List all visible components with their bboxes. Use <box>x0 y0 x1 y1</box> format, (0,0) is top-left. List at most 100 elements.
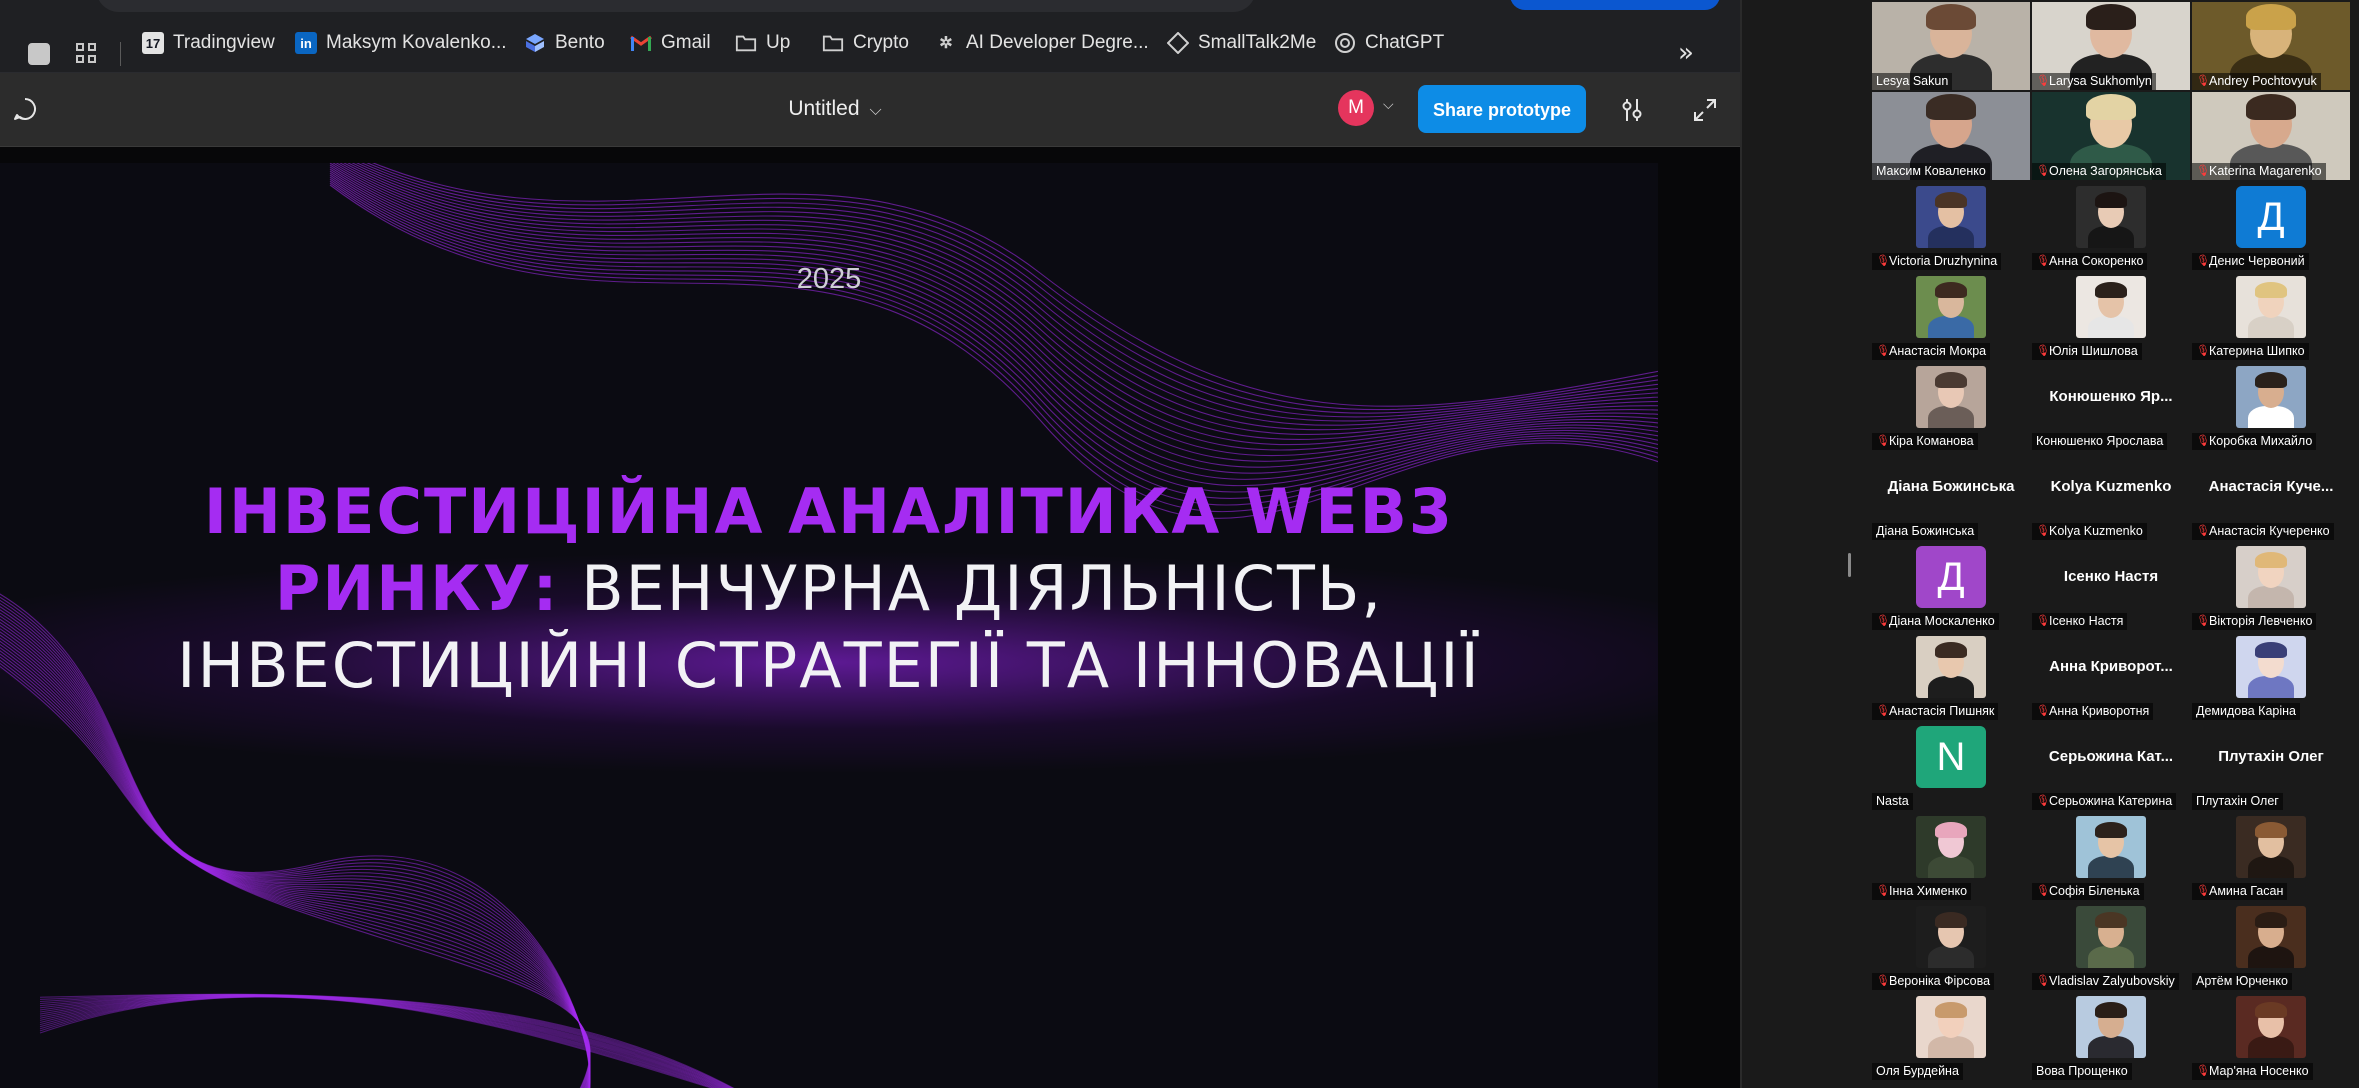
participant-tile[interactable]: Анна Криворот... 🎙︎ Анна Криворотня <box>2032 632 2190 720</box>
apps-grid-icon[interactable] <box>76 43 98 65</box>
muted-mic-icon: 🎙︎ <box>2036 615 2050 627</box>
avatar[interactable]: M <box>1338 90 1374 126</box>
muted-mic-icon: 🎙︎ <box>2196 345 2210 357</box>
participant-tile[interactable]: 🎙︎ Andrey Pochtovyuk <box>2192 2 2350 90</box>
participant-tile[interactable]: Конюшенко Яр... Конюшенко Ярослава <box>2032 362 2190 450</box>
participant-name: Максим Коваленко <box>1876 164 1986 178</box>
participant-tile[interactable]: 🎙︎ Анастасія Мокра <box>1872 272 2030 360</box>
participant-tile[interactable]: Серьожина Кат... 🎙︎ Серьожина Катерина <box>2032 722 2190 810</box>
participant-name: Амина Гасан <box>2209 884 2284 898</box>
participant-name-label: 🎙︎ Анна Сокоренко <box>2032 253 2148 270</box>
participant-avatar <box>2236 816 2306 878</box>
participant-tile[interactable]: 🎙︎ Vladislav Zalyubovskiy <box>2032 902 2190 990</box>
participant-tile[interactable]: 🎙︎ Інна Хименко <box>1872 812 2030 900</box>
slide-title: ІНВЕСТИЦІЙНА АНАЛІТИКА WEB3 РИНКУ: ВЕНЧУ… <box>80 473 1578 704</box>
bookmark-folder-crypto[interactable]: Crypto <box>822 28 909 58</box>
linkedin-icon: in <box>295 32 317 54</box>
participant-tile[interactable]: Демидова Каріна <box>2192 632 2350 720</box>
bookmark-linkedin[interactable]: in Maksym Kovalenko... <box>295 28 507 58</box>
participant-name-label: Демидова Каріна <box>2192 703 2300 720</box>
muted-mic-icon: 🎙︎ <box>2196 165 2210 177</box>
bookmark-tradingview[interactable]: 17 Tradingview <box>142 28 275 58</box>
bookmark-chatgpt[interactable]: ChatGPT <box>1334 28 1444 58</box>
participant-avatar <box>2236 636 2306 698</box>
participant-name: Vladislav Zalyubovskiy <box>2049 974 2175 988</box>
participant-tile[interactable]: 🎙︎ Софія Біленька <box>2032 812 2190 900</box>
participant-name: Плутахін Олег <box>2196 794 2279 808</box>
participant-tile[interactable]: Д 🎙︎ Діана Москаленко <box>1872 542 2030 630</box>
more-bookmarks-button[interactable]: » <box>1678 38 1694 68</box>
bookmark-label: Crypto <box>853 32 909 53</box>
participant-tile[interactable]: Д 🎙︎ Денис Червоний <box>2192 182 2350 270</box>
participant-avatar <box>2236 546 2306 608</box>
prototype-canvas[interactable]: 2025 ІНВЕСТИЦІЙНА АНАЛІТИКА WEB3 РИНКУ: … <box>0 147 1740 1088</box>
participant-tile[interactable]: 🎙︎ Коробка Михайло <box>2192 362 2350 450</box>
bookmark-smalltalk[interactable]: SmallTalk2Me <box>1167 28 1316 58</box>
bookmark-label: ChatGPT <box>1365 32 1445 53</box>
muted-mic-icon: 🎙︎ <box>2196 885 2210 897</box>
participant-tile[interactable]: Kolya Kuzmenko 🎙︎ Kolya Kuzmenko <box>2032 452 2190 540</box>
participant-tile[interactable]: Максим Коваленко <box>1872 92 2030 180</box>
share-prototype-button[interactable]: Share prototype <box>1418 85 1586 133</box>
muted-mic-icon: 🎙︎ <box>2036 75 2050 87</box>
muted-mic-icon: 🎙︎ <box>2196 525 2210 537</box>
participant-tile[interactable]: Артём Юрченко <box>2192 902 2350 990</box>
participant-tile[interactable]: 🎙︎ Анна Сокоренко <box>2032 182 2190 270</box>
participant-name: Діана Москаленко <box>1889 614 1995 628</box>
participant-tile[interactable]: Ісенко Настя 🎙︎ Ісенко Настя <box>2032 542 2190 630</box>
bookmark-gmail[interactable]: Gmail <box>630 28 711 58</box>
bookmark-square-icon[interactable] <box>28 43 50 65</box>
muted-mic-icon: 🎙︎ <box>1876 885 1890 897</box>
participant-tile[interactable]: Анастасія Куче... 🎙︎ Анастасія Кучеренко <box>2192 452 2350 540</box>
participant-tile[interactable]: 🎙︎ Larysa Sukhomlyn <box>2032 2 2190 90</box>
participant-tile[interactable]: 🎙︎ Катерина Шипко <box>2192 272 2350 360</box>
settings-sliders-icon[interactable] <box>1617 95 1647 125</box>
bookmark-label: Maksym Kovalenko... <box>326 32 507 53</box>
participant-display-name: Анна Криворот... <box>2049 658 2173 675</box>
browser-profile-button[interactable] <box>1510 0 1720 10</box>
participant-tile[interactable]: 🎙︎ Амина Гасан <box>2192 812 2350 900</box>
bookmarks-bar: 17 Tradingview in Maksym Kovalenko... Be… <box>0 14 1740 73</box>
bookmark-bento[interactable]: Bento <box>524 28 605 58</box>
muted-mic-icon: 🎙︎ <box>1876 255 1890 267</box>
muted-mic-icon: 🎙︎ <box>2036 795 2050 807</box>
bookmark-ai-developer[interactable]: ✲ AI Developer Degre... <box>935 28 1148 58</box>
muted-mic-icon: 🎙︎ <box>2036 975 2050 987</box>
participant-tile[interactable]: 🎙︎ Анастасія Пишняк <box>1872 632 2030 720</box>
chevron-down-icon[interactable]: ⌵ <box>1383 97 1394 113</box>
fullscreen-expand-icon[interactable] <box>1692 97 1718 123</box>
participant-name: Katerina Magarenko <box>2209 164 2322 178</box>
participant-tile[interactable]: 🎙︎ Katerina Magarenko <box>2192 92 2350 180</box>
meeting-gallery-panel: Lesya Sakun 🎙︎ Larysa Sukhomlyn 🎙︎ Andrey … <box>1742 0 2359 1088</box>
participant-display-name: Конюшенко Яр... <box>2049 388 2173 405</box>
participant-name: Анна Сокоренко <box>2049 254 2144 268</box>
participant-name-label: 🎙︎ Ісенко Настя <box>2032 613 2128 630</box>
slide-year: 2025 <box>796 263 862 295</box>
participant-tile[interactable]: Оля Бурдейна <box>1872 992 2030 1080</box>
browser-window: 17 Tradingview in Maksym Kovalenko... Be… <box>0 0 1740 1088</box>
participant-tile[interactable]: 🎙︎ Вероніка Фірсова <box>1872 902 2030 990</box>
participant-name: Демидова Каріна <box>2196 704 2296 718</box>
address-bar[interactable] <box>96 0 1256 12</box>
participant-name: Анастасія Пишняк <box>1889 704 1995 718</box>
participant-tile[interactable]: Lesya Sakun <box>1872 2 2030 90</box>
participant-tile[interactable]: 🎙︎ Олена Загорянська <box>2032 92 2190 180</box>
participant-tile[interactable]: N Nasta <box>1872 722 2030 810</box>
participant-tile[interactable]: Діана Божинська Діана Божинська <box>1872 452 2030 540</box>
participant-avatar <box>2236 906 2306 968</box>
participant-tile[interactable]: 🎙︎ Кіра Команова <box>1872 362 2030 450</box>
participant-tile[interactable]: Плутахін Олег Плутахін Олег <box>2192 722 2350 810</box>
participant-tile[interactable]: 🎙︎ Вікторія Левченко <box>2192 542 2350 630</box>
bookmark-folder-up[interactable]: Up <box>735 28 790 58</box>
participant-name: Victoria Druzhynina <box>1889 254 1998 268</box>
participant-tile[interactable]: 🎙︎ Victoria Druzhynina <box>1872 182 2030 270</box>
bookmark-label: Up <box>766 32 791 53</box>
participant-name-label: Lesya Sakun <box>1872 73 1953 90</box>
panel-resize-handle[interactable] <box>1848 553 1851 577</box>
participant-tile[interactable]: 🎙︎ Мар'яна Носенко <box>2192 992 2350 1080</box>
participant-tile[interactable]: Вова Прощенко <box>2032 992 2190 1080</box>
muted-mic-icon: 🎙︎ <box>2036 345 2050 357</box>
participant-name: Катерина Шипко <box>2209 344 2305 358</box>
participant-avatar <box>2236 276 2306 338</box>
participant-tile[interactable]: 🎙︎ Юлія Шишлова <box>2032 272 2190 360</box>
